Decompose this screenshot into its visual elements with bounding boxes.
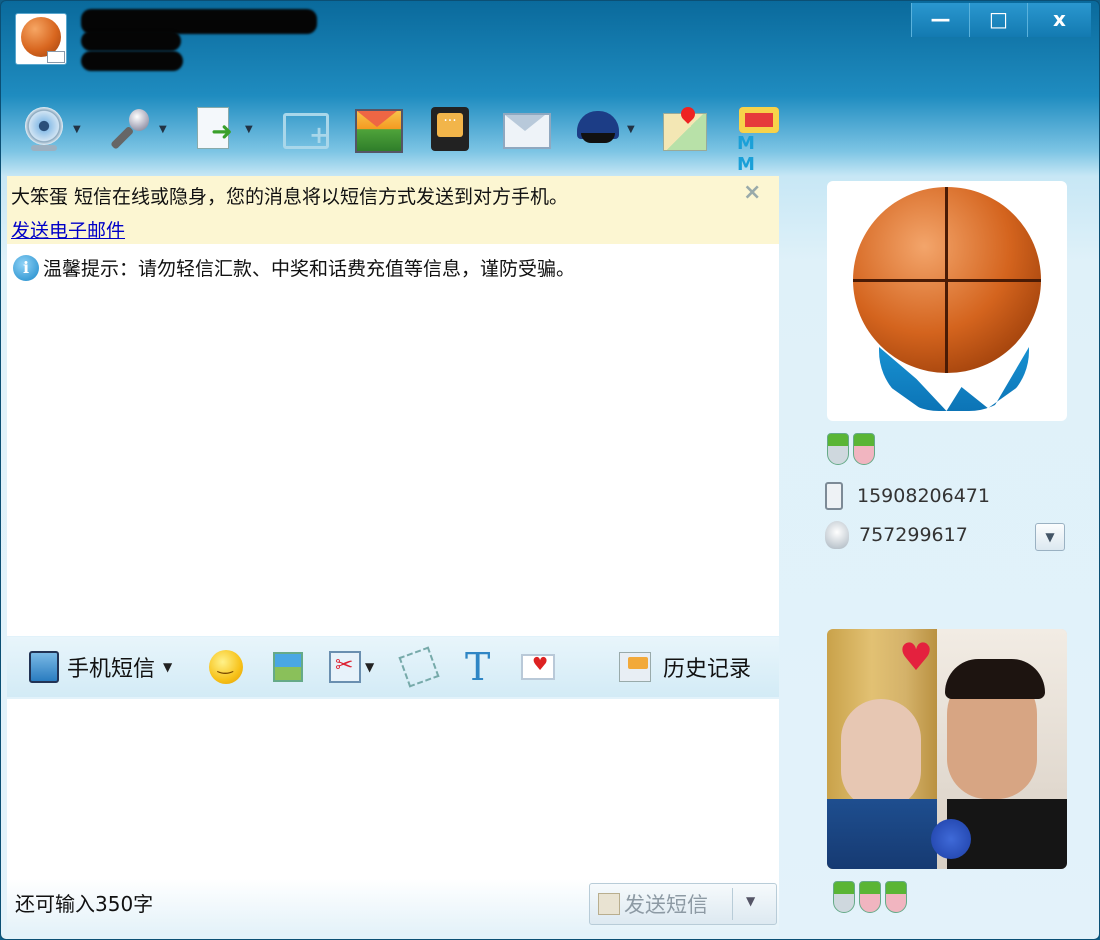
service-badge-icon[interactable] — [853, 433, 875, 465]
screenshot-button[interactable]: ▼ — [329, 649, 374, 685]
input-footer: 还可输入350字 发送短信 ▼ — [7, 879, 779, 933]
chevron-down-icon[interactable]: ▼ — [245, 124, 255, 135]
scissors-icon — [329, 651, 361, 683]
chevron-down-icon[interactable]: ▼ — [365, 660, 374, 674]
my-avatar-photo[interactable]: ♥ — [827, 629, 1067, 869]
history-button[interactable]: 历史记录 — [619, 649, 751, 685]
qq-penguin-icon — [825, 521, 849, 549]
hearts-icon: ♥ — [899, 635, 934, 679]
send-file-button[interactable]: ▼ — [191, 99, 255, 159]
microphone-icon — [105, 103, 157, 155]
map-button[interactable] — [659, 99, 711, 159]
maximize-button[interactable]: □ — [969, 3, 1027, 37]
security-button[interactable]: ▼ — [573, 99, 637, 159]
message-history[interactable]: 大笨蛋 短信在线或隐身，您的消息将以短信方式发送到对方手机。 发送电子邮件 × … — [7, 176, 779, 636]
new-chat-icon — [277, 103, 329, 155]
close-button[interactable]: x — [1027, 3, 1091, 37]
ball-seam — [945, 187, 948, 373]
photo-icon — [351, 103, 403, 155]
send-sms-label: 发送短信 — [624, 893, 708, 917]
info-icon: i — [13, 254, 39, 281]
new-chat-button[interactable] — [277, 99, 329, 159]
tablet-message-button[interactable] — [425, 99, 477, 159]
image-button[interactable] — [273, 649, 303, 685]
mail-button[interactable] — [499, 99, 551, 159]
contact-service-badges — [827, 433, 875, 465]
chat-window: — □ x ▼ ▼ ▼ ▼ — [0, 0, 1100, 940]
shake-icon — [398, 646, 440, 688]
service-badge-icon[interactable] — [859, 881, 881, 913]
tip-text: 温馨提示：请勿轻信汇款、中奖和话费充值等信息，谨防受骗。 — [43, 258, 576, 280]
contact-avatar-icon[interactable] — [15, 13, 67, 65]
voice-call-button[interactable]: ▼ — [105, 99, 169, 159]
close-notice-icon[interactable]: × — [743, 180, 761, 205]
police-hat-icon — [573, 103, 625, 155]
tablet-message-icon — [425, 103, 477, 155]
gift-mm-icon — [733, 103, 785, 175]
my-service-badges — [833, 881, 907, 913]
send-sms-button[interactable]: 发送短信 ▼ — [589, 883, 777, 925]
send-email-link[interactable]: 发送电子邮件 — [11, 216, 125, 243]
shake-button[interactable] — [398, 646, 440, 688]
main-toolbar: ▼ ▼ ▼ ▼ — [19, 98, 807, 175]
minimize-button[interactable]: — — [911, 3, 969, 37]
mail-badge-icon — [47, 51, 65, 63]
photo-left — [841, 699, 921, 809]
mobile-phone-icon — [825, 482, 843, 510]
contact-avatar[interactable] — [827, 181, 1067, 421]
chevron-down-icon[interactable]: ▼ — [163, 660, 172, 674]
heart-mail-icon — [521, 654, 555, 680]
contact-more-button[interactable]: ▼ — [1035, 523, 1065, 551]
window-controls: — □ x — [911, 3, 1091, 37]
remaining-chars: 还可输入350字 — [15, 892, 154, 916]
input-toolbar: 手机短信 ▼ ▼ T 历史记录 — [7, 637, 779, 697]
love-mail-button[interactable] — [521, 649, 555, 685]
image-icon — [273, 652, 303, 682]
divider — [732, 888, 733, 920]
chevron-down-icon[interactable]: ▼ — [627, 124, 637, 135]
video-call-button[interactable]: ▼ — [19, 99, 83, 159]
safety-tip: i 温馨提示：请勿轻信汇款、中奖和话费充值等信息，谨防受骗。 — [13, 254, 575, 281]
contact-phone-row: 15908206471 — [825, 482, 990, 510]
sms-mode-button[interactable]: 手机短信 ▼ — [29, 649, 172, 685]
contact-qq-row: 757299617 — [825, 521, 968, 549]
notice-text: 大笨蛋 短信在线或隐身，您的消息将以短信方式发送到对方手机。 — [11, 186, 569, 208]
service-badge-icon[interactable] — [827, 433, 849, 465]
redacted-signature — [81, 51, 183, 71]
sms-notice-banner: 大笨蛋 短信在线或隐身，您的消息将以短信方式发送到对方手机。 发送电子邮件 × — [7, 176, 779, 244]
map-pin-icon — [659, 103, 711, 155]
contact-phone-number: 15908206471 — [857, 485, 990, 507]
history-icon — [619, 652, 651, 682]
title-bar: — □ x — [1, 1, 1099, 81]
sms-mode-label: 手机短信 — [67, 657, 156, 682]
chevron-down-icon[interactable]: ▼ — [73, 124, 83, 135]
rose-icon — [931, 819, 971, 859]
chevron-down-icon[interactable]: ▼ — [746, 894, 755, 908]
smiley-icon — [209, 650, 243, 684]
redacted-status — [81, 31, 181, 51]
photo-right — [945, 659, 1045, 699]
font-button[interactable]: T — [465, 645, 491, 689]
photo-left — [827, 799, 939, 869]
send-icon — [598, 893, 620, 915]
emoji-button[interactable] — [209, 649, 243, 685]
service-badge-icon[interactable] — [833, 881, 855, 913]
gift-button[interactable] — [733, 99, 785, 175]
service-badge-icon[interactable] — [885, 881, 907, 913]
photo-button[interactable] — [351, 99, 403, 159]
send-file-icon — [191, 103, 243, 155]
chevron-down-icon[interactable]: ▼ — [159, 124, 169, 135]
phone-sms-icon — [29, 651, 59, 683]
font-icon: T — [465, 645, 491, 689]
webcam-icon — [19, 103, 71, 155]
message-input[interactable] — [7, 699, 779, 879]
history-label: 历史记录 — [663, 657, 752, 682]
mail-icon — [499, 103, 551, 155]
contact-qq-number: 757299617 — [859, 524, 968, 546]
